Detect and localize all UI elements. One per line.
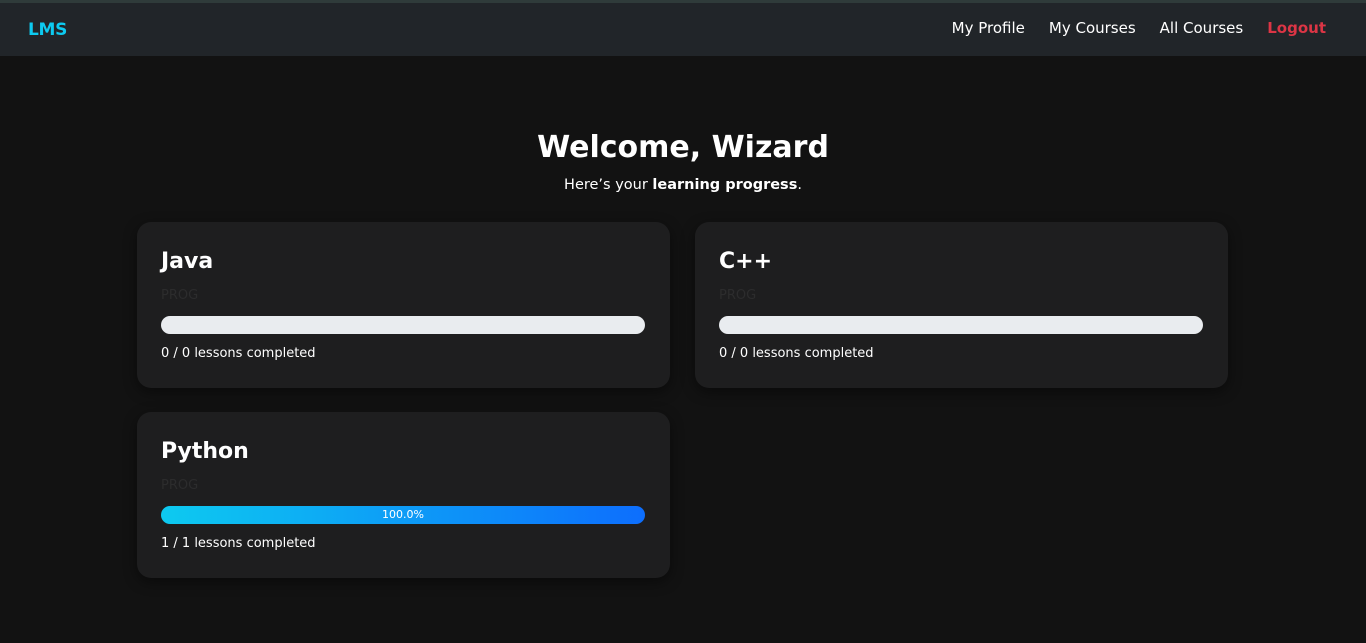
course-card-python[interactable]: Python PROG 100.0% 1 / 1 lessons complet…	[137, 412, 670, 578]
lessons-completed: 0 / 0 lessons completed	[719, 346, 874, 361]
nav-my-courses[interactable]: My Courses	[1049, 19, 1136, 37]
progress-fill: 100.0%	[161, 506, 645, 524]
course-code: PROG	[161, 478, 199, 493]
course-code: PROG	[719, 288, 757, 303]
course-code: PROG	[161, 288, 199, 303]
nav-links: My Profile My Courses All Courses Logout	[928, 19, 1326, 37]
course-title: Python	[161, 439, 249, 464]
course-title: C++	[719, 249, 773, 274]
page-subtitle: Here’s your learning progress.	[0, 177, 1366, 193]
subtitle-suffix: .	[797, 177, 802, 193]
subtitle-prefix: Here’s your	[564, 177, 653, 193]
lessons-completed: 0 / 0 lessons completed	[161, 346, 316, 361]
logout-link[interactable]: Logout	[1267, 19, 1326, 37]
course-card-cpp[interactable]: C++ PROG 0 / 0 lessons completed	[695, 222, 1228, 388]
brand-logo[interactable]: LMS	[28, 20, 67, 40]
progress-bar: 100.0%	[161, 506, 645, 524]
subtitle-bold: learning progress	[652, 177, 798, 193]
navbar: LMS My Profile My Courses All Courses Lo…	[0, 3, 1366, 56]
nav-all-courses[interactable]: All Courses	[1160, 19, 1244, 37]
nav-my-profile[interactable]: My Profile	[952, 19, 1025, 37]
page-title: Welcome, Wizard	[537, 130, 829, 165]
course-title: Java	[161, 249, 214, 274]
progress-bar	[161, 316, 645, 334]
progress-bar	[719, 316, 1203, 334]
course-card-java[interactable]: Java PROG 0 / 0 lessons completed	[137, 222, 670, 388]
lessons-completed: 1 / 1 lessons completed	[161, 536, 316, 551]
